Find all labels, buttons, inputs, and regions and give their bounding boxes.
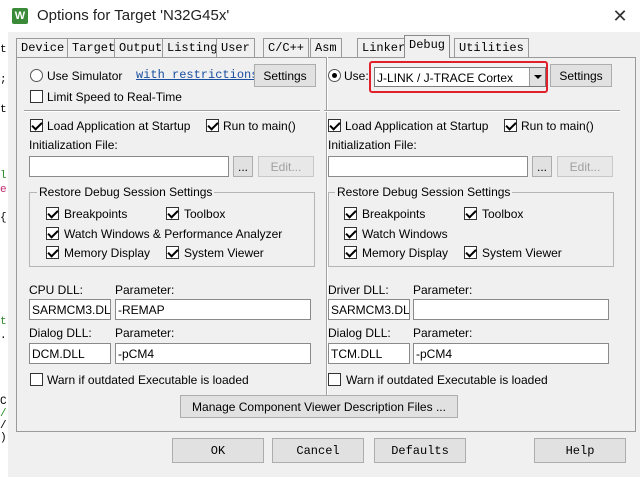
- app-icon: W: [12, 8, 28, 24]
- right-system-viewer-checkbox[interactable]: [464, 246, 477, 259]
- window-title: Options for Target 'N32G45x': [37, 7, 230, 24]
- left-dialog-dll-input[interactable]: DCM.DLL: [29, 343, 111, 364]
- close-icon[interactable]: ✕: [608, 4, 632, 28]
- use-simulator-radio[interactable]: [30, 69, 43, 82]
- use-debugger-label: Use:: [344, 69, 369, 83]
- limit-speed-checkbox[interactable]: [30, 90, 43, 103]
- left-load-app-checkbox[interactable]: [30, 119, 43, 132]
- right-load-app-label: Load Application at Startup: [345, 119, 489, 133]
- right-dll-label: Driver DLL:: [328, 283, 389, 297]
- background-editor-edge: t ; t l e { t . C / / ): [0, 0, 8, 477]
- left-dll-label: CPU DLL:: [29, 283, 84, 297]
- right-dll-input[interactable]: SARMCM3.DLL: [328, 299, 410, 320]
- right-separator-1: [324, 110, 620, 112]
- right-toolbox-checkbox[interactable]: [464, 207, 477, 220]
- right-dll-param-input[interactable]: [413, 299, 609, 320]
- right-run-to-main-label: Run to main(): [521, 119, 594, 133]
- left-warn-checkbox[interactable]: [30, 373, 43, 386]
- right-breakpoints-checkbox[interactable]: [344, 207, 357, 220]
- left-dll-param-label: Parameter:: [115, 283, 175, 297]
- tab-output[interactable]: Output: [114, 38, 168, 57]
- right-init-file-input[interactable]: [328, 156, 528, 177]
- limit-speed-label: Limit Speed to Real-Time: [47, 90, 182, 104]
- right-toolbox-label: Toolbox: [482, 207, 524, 221]
- tab-device[interactable]: Device: [16, 38, 70, 57]
- left-breakpoints-checkbox[interactable]: [46, 207, 59, 220]
- left-toolbox-label: Toolbox: [184, 207, 226, 221]
- left-system-viewer-label: System Viewer: [184, 246, 264, 260]
- left-separator-1: [24, 110, 320, 112]
- left-load-app-label: Load Application at Startup: [47, 119, 191, 133]
- help-button[interactable]: Help: [534, 438, 626, 463]
- left-dll-param-input[interactable]: -REMAP: [115, 299, 311, 320]
- right-run-to-main-checkbox[interactable]: [504, 119, 517, 132]
- right-memory-label: Memory Display: [362, 246, 449, 260]
- defaults-button[interactable]: Defaults: [374, 438, 466, 463]
- debugger-settings-button[interactable]: Settings: [550, 64, 612, 87]
- right-init-browse-button[interactable]: ...: [532, 156, 552, 177]
- right-dialog-dll-input[interactable]: TCM.DLL: [328, 343, 410, 364]
- tab-user[interactable]: User: [216, 38, 255, 57]
- right-init-file-label: Initialization File:: [328, 138, 417, 152]
- right-restore-group-title: Restore Debug Session Settings: [335, 185, 513, 199]
- right-warn-label: Warn if outdated Executable is loaded: [346, 373, 548, 387]
- left-init-file-input[interactable]: [29, 156, 229, 177]
- tab-c-cpp[interactable]: C/C++: [263, 38, 310, 57]
- left-restore-group-title: Restore Debug Session Settings: [37, 185, 215, 199]
- cancel-button[interactable]: Cancel: [272, 438, 364, 463]
- right-warn-checkbox[interactable]: [328, 373, 341, 386]
- left-run-to-main-checkbox[interactable]: [206, 119, 219, 132]
- use-simulator-label: Use Simulator: [47, 69, 123, 83]
- left-watch-label: Watch Windows & Performance Analyzer: [64, 227, 283, 241]
- options-dialog: W Options for Target 'N32G45x' ✕ Device …: [8, 0, 640, 477]
- tab-utilities[interactable]: Utilities: [454, 38, 529, 57]
- left-memory-checkbox[interactable]: [46, 246, 59, 259]
- debugger-highlight-box: [369, 61, 548, 93]
- left-run-to-main-label: Run to main(): [223, 119, 296, 133]
- ok-button[interactable]: OK: [172, 438, 264, 463]
- right-init-edit-button[interactable]: Edit...: [557, 156, 613, 177]
- right-dialog-param-label: Parameter:: [413, 326, 473, 340]
- left-dialog-param-label: Parameter:: [115, 326, 175, 340]
- tab-listing[interactable]: Listing: [162, 38, 223, 57]
- left-system-viewer-checkbox[interactable]: [166, 246, 179, 259]
- title-bar: W Options for Target 'N32G45x' ✕: [8, 0, 640, 32]
- use-debugger-radio[interactable]: [328, 69, 341, 82]
- left-breakpoints-label: Breakpoints: [64, 207, 128, 221]
- left-dialog-param-input[interactable]: -pCM4: [115, 343, 311, 364]
- simulator-settings-button[interactable]: Settings: [254, 64, 316, 87]
- with-restrictions-link[interactable]: with restrictions: [136, 68, 258, 82]
- tab-target[interactable]: Target: [67, 38, 121, 57]
- tab-linker[interactable]: Linker: [357, 38, 411, 57]
- left-init-edit-button[interactable]: Edit...: [258, 156, 314, 177]
- left-toolbox-checkbox[interactable]: [166, 207, 179, 220]
- left-dialog-dll-label: Dialog DLL:: [29, 326, 92, 340]
- manage-component-viewer-button[interactable]: Manage Component Viewer Description File…: [180, 395, 458, 418]
- left-init-browse-button[interactable]: ...: [233, 156, 253, 177]
- right-memory-checkbox[interactable]: [344, 246, 357, 259]
- left-dll-input[interactable]: SARMCM3.DLL: [29, 299, 111, 320]
- right-system-viewer-label: System Viewer: [482, 246, 562, 260]
- right-breakpoints-label: Breakpoints: [362, 207, 426, 221]
- tab-debug[interactable]: Debug: [404, 35, 451, 58]
- right-watch-checkbox[interactable]: [344, 227, 357, 240]
- left-warn-label: Warn if outdated Executable is loaded: [47, 373, 249, 387]
- right-dialog-param-input[interactable]: -pCM4: [413, 343, 609, 364]
- right-load-app-checkbox[interactable]: [328, 119, 341, 132]
- right-watch-label: Watch Windows: [362, 227, 448, 241]
- left-memory-label: Memory Display: [64, 246, 151, 260]
- left-init-file-label: Initialization File:: [29, 138, 118, 152]
- right-dll-param-label: Parameter:: [413, 283, 473, 297]
- left-watch-checkbox[interactable]: [46, 227, 59, 240]
- tab-asm[interactable]: Asm: [310, 38, 342, 57]
- right-dialog-dll-label: Dialog DLL:: [328, 326, 391, 340]
